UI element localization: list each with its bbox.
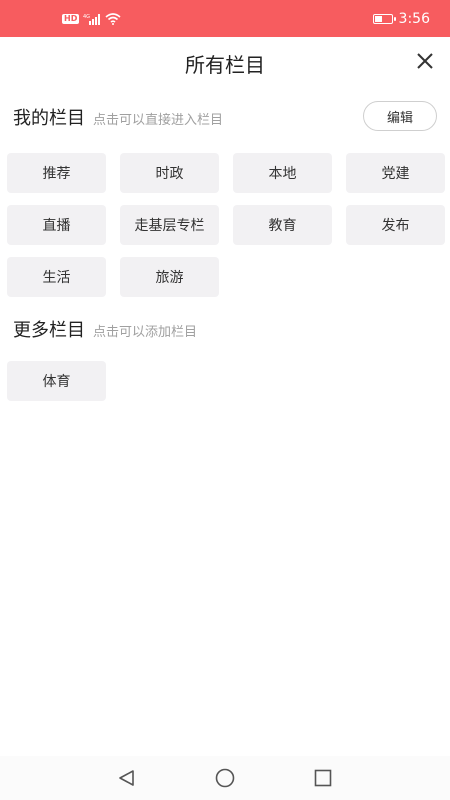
recents-button[interactable] (311, 766, 335, 790)
channel-chip[interactable]: 教育 (233, 205, 332, 245)
back-button[interactable] (115, 766, 139, 790)
back-triangle-icon (119, 770, 134, 786)
channel-chip[interactable]: 发布 (346, 205, 445, 245)
header: 所有栏目 (0, 37, 450, 87)
channel-chip[interactable]: 走基层专栏 (120, 205, 219, 245)
my-channels-hint: 点击可以直接进入栏目 (93, 113, 224, 128)
battery-icon (372, 14, 396, 24)
my-channels-title: 我的栏目 (13, 108, 85, 129)
channel-chip[interactable]: 生活 (7, 257, 106, 297)
home-circle-icon (215, 768, 235, 788)
more-channels-header: 更多栏目 点击可以添加栏目 (13, 316, 197, 346)
status-right: 3:56 (372, 11, 430, 27)
channel-chip[interactable]: 直播 (7, 205, 106, 245)
channel-chip[interactable]: 党建 (346, 153, 445, 193)
status-left-icons: HD 4G (62, 12, 121, 26)
hd-badge: HD (62, 14, 80, 24)
channel-chip[interactable]: 推荐 (7, 153, 106, 193)
battery-level (374, 16, 382, 22)
signal-icon: 4G (83, 14, 101, 25)
clock: 3:56 (398, 11, 430, 27)
more-channels-hint: 点击可以添加栏目 (93, 325, 198, 340)
svg-text:4G: 4G (83, 14, 90, 20)
my-channels-header: 我的栏目 点击可以直接进入栏目 (13, 104, 223, 134)
close-button[interactable] (414, 50, 436, 72)
channel-chip[interactable]: 体育 (7, 361, 106, 401)
channel-chip[interactable]: 时政 (120, 153, 219, 193)
my-channels-grid: 推荐 时政 本地 党建 直播 走基层专栏 教育 发布 生活 旅游 (7, 153, 445, 297)
more-channels-title: 更多栏目 (13, 320, 85, 341)
status-bar: HD 4G 3:56 (0, 0, 450, 37)
home-button[interactable] (213, 766, 237, 790)
channel-chip[interactable]: 本地 (233, 153, 332, 193)
system-nav-bar (0, 756, 450, 800)
channel-chip[interactable]: 旅游 (120, 257, 219, 297)
recents-square-icon (314, 769, 332, 787)
edit-button[interactable]: 编辑 (363, 101, 437, 131)
wifi-icon (105, 13, 121, 25)
page-title: 所有栏目 (185, 53, 265, 77)
more-channels-grid: 体育 (7, 361, 444, 401)
close-icon (417, 53, 433, 69)
